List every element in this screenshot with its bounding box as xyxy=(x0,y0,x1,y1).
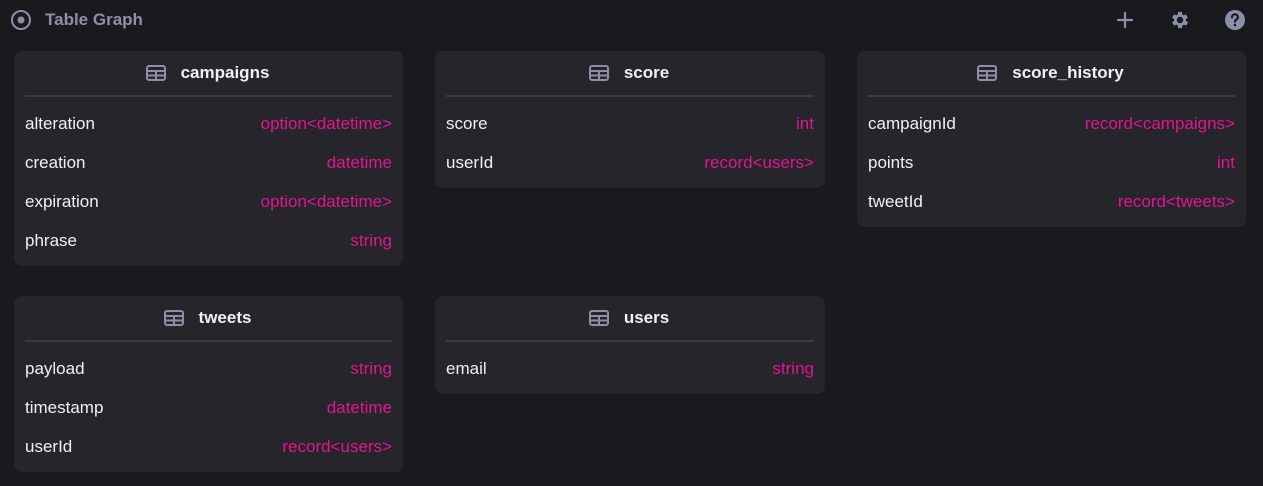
table-name: score xyxy=(623,63,670,82)
field-row[interactable]: points int xyxy=(868,143,1235,182)
field-name: creation xyxy=(25,152,86,172)
field-type: option<datetime> xyxy=(260,191,392,211)
help-button[interactable] xyxy=(1223,8,1247,32)
plus-icon xyxy=(1116,11,1134,29)
table-card-campaigns[interactable]: campaigns alteration option<datetime> creat… xyxy=(14,51,403,266)
table-card-header: users xyxy=(446,296,814,342)
field-name: phrase xyxy=(25,230,77,250)
table-name: score_history xyxy=(1012,63,1124,82)
add-button[interactable] xyxy=(1113,8,1137,32)
table-card-score-history[interactable]: score_history campaignId record<campaigns>… xyxy=(857,51,1246,227)
header-bar: Table Graph xyxy=(0,0,1263,40)
table-card-header: tweets xyxy=(25,296,392,342)
field-row[interactable]: phrase string xyxy=(25,221,392,260)
field-name: points xyxy=(868,152,914,172)
field-name: tweetId xyxy=(868,191,923,211)
field-type: string xyxy=(772,358,814,378)
field-type: datetime xyxy=(326,152,392,172)
field-name: alteration xyxy=(25,113,95,133)
field-type: string xyxy=(350,358,392,378)
settings-button[interactable] xyxy=(1168,8,1192,32)
field-name: email xyxy=(446,358,487,378)
field-type: record<tweets> xyxy=(1117,191,1235,211)
table-card-header: campaigns xyxy=(25,51,392,97)
table-card-header: score xyxy=(446,51,814,97)
field-name: userId xyxy=(446,152,494,172)
field-name: timestamp xyxy=(25,397,104,417)
field-row[interactable]: score int xyxy=(446,104,814,143)
field-list: payload string timestamp datetime userId reco… xyxy=(14,342,403,466)
field-row[interactable]: payload string xyxy=(25,349,392,388)
field-type: int xyxy=(796,113,814,133)
field-type: record<users> xyxy=(704,152,814,172)
field-type: record<users> xyxy=(282,436,392,456)
field-type: record<campaigns> xyxy=(1084,113,1235,133)
table-icon xyxy=(588,310,609,326)
table-icon xyxy=(588,65,609,81)
table-card-tweets[interactable]: tweets payload string timestamp datetime user… xyxy=(14,296,403,472)
field-list: score int userId record<users> xyxy=(435,97,825,182)
gear-icon xyxy=(1172,11,1188,29)
field-list: alteration option<datetime> creation dateti… xyxy=(14,97,403,260)
field-list: email string xyxy=(435,342,825,388)
field-row[interactable]: tweetId record<tweets> xyxy=(868,182,1235,221)
table-name: campaigns xyxy=(180,63,270,82)
field-type: int xyxy=(1217,152,1235,172)
field-row[interactable]: timestamp datetime xyxy=(25,388,392,427)
field-row[interactable]: expiration option<datetime> xyxy=(25,182,392,221)
field-row[interactable]: alteration option<datetime> xyxy=(25,104,392,143)
help-icon xyxy=(1225,10,1245,30)
field-name: expiration xyxy=(25,191,99,211)
table-icon xyxy=(145,65,166,81)
field-type: string xyxy=(350,230,392,250)
table-name: tweets xyxy=(198,308,252,327)
field-name: campaignId xyxy=(868,113,956,133)
table-card-users[interactable]: users email string xyxy=(435,296,825,394)
field-type: datetime xyxy=(326,397,392,417)
field-name: payload xyxy=(25,358,85,378)
field-row[interactable]: creation datetime xyxy=(25,143,392,182)
field-type: option<datetime> xyxy=(260,113,392,133)
table-card-score[interactable]: score score int userId record<users> xyxy=(435,51,825,188)
field-name: userId xyxy=(25,436,73,456)
table-icon xyxy=(977,65,998,81)
field-row[interactable]: userId record<users> xyxy=(25,427,392,466)
field-name: score xyxy=(446,113,488,133)
table-name: users xyxy=(623,308,670,327)
field-row[interactable]: userId record<users> xyxy=(446,143,814,182)
table-icon xyxy=(163,310,184,326)
table-card-header: score_history xyxy=(868,51,1235,97)
page-title: Table Graph xyxy=(45,10,143,29)
radio-target-icon xyxy=(10,9,32,31)
field-row[interactable]: campaignId record<campaigns> xyxy=(868,104,1235,143)
field-list: campaignId record<campaigns> points int twee… xyxy=(857,97,1246,221)
field-row[interactable]: email string xyxy=(446,349,814,388)
